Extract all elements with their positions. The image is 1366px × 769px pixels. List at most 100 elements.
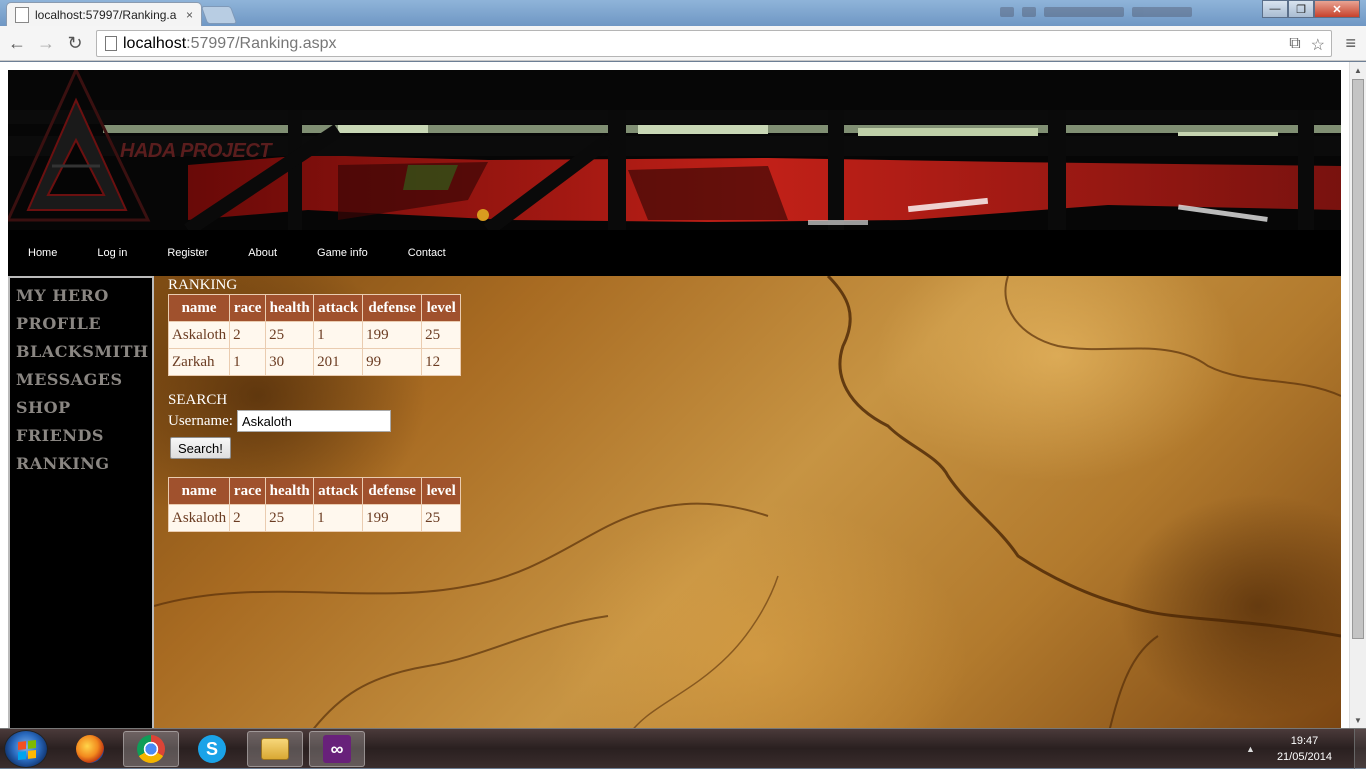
- nav-register[interactable]: Register: [167, 247, 208, 259]
- table-cell: 25: [421, 504, 462, 532]
- nav-contact[interactable]: Contact: [408, 247, 446, 259]
- main-content: RANKING name race health attack defense …: [167, 276, 462, 532]
- sidebar-item-my-hero[interactable]: MY HERO: [16, 282, 152, 310]
- tab-close-icon[interactable]: ×: [186, 8, 193, 22]
- clock-date: 21/05/2014: [1276, 751, 1332, 763]
- ranking-header-row: name race health attack defense level: [167, 294, 462, 322]
- table-row: Askaloth 2 25 1 199 25: [167, 504, 462, 532]
- sidebar-item-shop[interactable]: SHOP: [16, 394, 152, 422]
- sidebar-item-ranking[interactable]: RANKING: [16, 450, 152, 478]
- scroll-down-icon[interactable]: ▼: [1350, 712, 1366, 728]
- logo-text: HADA PROJECT: [120, 140, 272, 162]
- chrome-icon: [137, 735, 165, 763]
- column-header: level: [421, 294, 462, 322]
- nav-home[interactable]: Home: [28, 247, 57, 259]
- table-cell: 25: [421, 321, 462, 349]
- close-button[interactable]: ✕: [1314, 0, 1360, 18]
- column-header: health: [265, 477, 315, 505]
- back-button[interactable]: ←: [6, 32, 28, 54]
- new-tab-button[interactable]: [200, 6, 238, 24]
- show-desktop-button[interactable]: [1354, 729, 1366, 769]
- table-cell: 1: [313, 321, 364, 349]
- page-viewport: HADA PROJECT Home Log in Register About …: [0, 62, 1366, 728]
- scroll-thumb[interactable]: [1352, 79, 1364, 639]
- sidebar-item-blacksmith[interactable]: BLACKSMITH: [16, 338, 152, 366]
- chrome-menu-button[interactable]: ≡: [1345, 33, 1356, 54]
- taskbar-chrome[interactable]: [123, 731, 179, 767]
- site: HADA PROJECT Home Log in Register About …: [8, 70, 1341, 728]
- browser-toolbar: ← → ↻ localhost:57997/Ranking.aspx ⧉ ☆ ≡: [0, 26, 1366, 61]
- table-cell: 199: [362, 321, 423, 349]
- sidebar: MY HERO PROFILE BLACKSMITH MESSAGES SHOP…: [8, 276, 154, 728]
- main-nav: Home Log in Register About Game info Con…: [8, 230, 1341, 276]
- ranking-title: RANKING: [168, 277, 238, 293]
- start-button[interactable]: [4, 730, 48, 768]
- ranking-table: name race health attack defense level As…: [167, 294, 462, 376]
- table-cell: 201: [313, 348, 364, 376]
- nav-login[interactable]: Log in: [97, 247, 127, 259]
- column-header: health: [265, 294, 315, 322]
- translate-icon[interactable]: ⧉: [1289, 35, 1300, 55]
- forward-button[interactable]: →: [35, 32, 57, 54]
- table-cell: 25: [265, 504, 315, 532]
- vertical-scrollbar[interactable]: ▲ ▼: [1349, 62, 1366, 728]
- windows-logo-icon: [18, 740, 36, 760]
- url-text: localhost:57997/Ranking.aspx: [123, 34, 337, 52]
- username-input[interactable]: [236, 410, 391, 432]
- table-cell: 25: [265, 321, 315, 349]
- bookmark-star-icon[interactable]: ☆: [1311, 35, 1325, 55]
- table-cell: 12: [421, 348, 462, 376]
- search-button[interactable]: Search!: [170, 437, 231, 459]
- nav-game-info[interactable]: Game info: [317, 247, 368, 259]
- browser-titlebar: localhost:57997/Ranking.a × — ❐ ✕: [0, 0, 1366, 26]
- maximize-button[interactable]: ❐: [1288, 0, 1314, 18]
- taskbar-firefox[interactable]: [62, 731, 118, 767]
- page-favicon-icon: [15, 6, 29, 23]
- table-cell: 1: [313, 504, 364, 532]
- taskbar: S ∞ ▲ 19:47 21/05/2014: [0, 728, 1366, 769]
- table-cell: Askaloth: [167, 504, 231, 532]
- sidebar-item-friends[interactable]: FRIENDS: [16, 422, 152, 450]
- search-results-table: name race health attack defense level As…: [167, 477, 462, 532]
- table-cell: 199: [362, 504, 423, 532]
- column-header: attack: [313, 477, 364, 505]
- reload-button[interactable]: ↻: [64, 32, 86, 54]
- nav-about[interactable]: About: [248, 247, 277, 259]
- visual-studio-icon: ∞: [323, 735, 351, 763]
- sidebar-item-profile[interactable]: PROFILE: [16, 310, 152, 338]
- table-row: Askaloth 2 25 1 199 25: [167, 321, 462, 349]
- tray-expand-icon[interactable]: ▲: [1246, 744, 1255, 754]
- window-controls: — ❐ ✕: [1262, 0, 1360, 18]
- column-header: attack: [313, 294, 364, 322]
- page-icon: [105, 36, 117, 51]
- skype-icon: S: [198, 735, 226, 763]
- explorer-icon: [261, 738, 289, 760]
- table-row: Zarkah 1 30 201 99 12: [167, 348, 462, 376]
- taskbar-skype[interactable]: S: [184, 731, 240, 767]
- tab-ranking[interactable]: localhost:57997/Ranking.a ×: [6, 2, 202, 26]
- table-cell: 2: [229, 504, 267, 532]
- column-header: name: [167, 477, 231, 505]
- column-header: race: [229, 294, 267, 322]
- table-cell: 1: [229, 348, 267, 376]
- profile-area[interactable]: [1000, 4, 1240, 20]
- taskbar-visual-studio[interactable]: ∞: [309, 731, 365, 767]
- table-cell: 99: [362, 348, 423, 376]
- table-cell: 30: [265, 348, 315, 376]
- column-header: level: [421, 477, 462, 505]
- taskbar-explorer[interactable]: [247, 731, 303, 767]
- scroll-up-icon[interactable]: ▲: [1350, 62, 1366, 78]
- column-header: race: [229, 477, 267, 505]
- clock[interactable]: 19:47 21/05/2014: [1277, 733, 1332, 765]
- username-label: Username:: [168, 412, 233, 429]
- firefox-icon: [76, 735, 104, 763]
- search-title: SEARCH: [168, 392, 228, 408]
- column-header: name: [167, 294, 231, 322]
- table-cell: Askaloth: [167, 321, 231, 349]
- search-form: Username:: [168, 410, 461, 432]
- header-banner: HADA PROJECT: [8, 70, 1341, 230]
- table-cell: 2: [229, 321, 267, 349]
- address-bar[interactable]: localhost:57997/Ranking.aspx ⧉ ☆: [96, 30, 1332, 57]
- sidebar-item-messages[interactable]: MESSAGES: [16, 366, 152, 394]
- minimize-button[interactable]: —: [1262, 0, 1288, 18]
